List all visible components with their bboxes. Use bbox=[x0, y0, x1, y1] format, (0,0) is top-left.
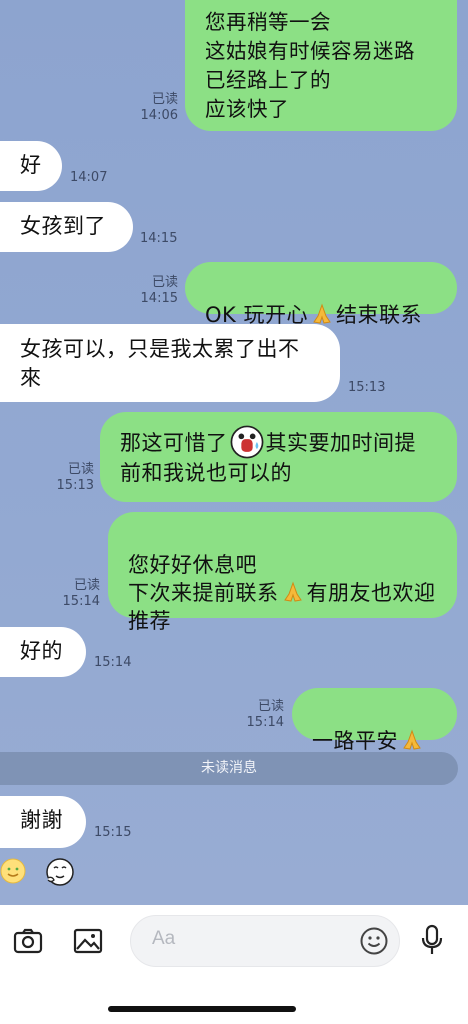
message-time: 15:15 bbox=[94, 825, 132, 840]
praying-hands-icon bbox=[313, 303, 331, 324]
message-bubble-incoming[interactable]: 女孩可以，只是我太累了出不來 bbox=[0, 324, 340, 402]
message-meta: 已读 15:14 bbox=[226, 699, 284, 731]
message-time: 14:07 bbox=[70, 170, 108, 185]
read-receipt: 已读 bbox=[67, 462, 94, 477]
read-receipt: 已读 bbox=[257, 699, 284, 714]
message-time: 15:14 bbox=[62, 594, 100, 609]
unread-divider: 未读消息 bbox=[0, 752, 458, 785]
message-bubble-incoming[interactable]: 好的 bbox=[0, 627, 86, 677]
home-indicator[interactable] bbox=[108, 1006, 296, 1012]
message-text: 一路平安 bbox=[312, 729, 398, 753]
read-receipt: 已读 bbox=[73, 578, 100, 593]
message-bubble-incoming[interactable]: 好 bbox=[0, 141, 62, 191]
message-bubble-outgoing[interactable]: 那这可惜了 其实要加时间提前和我说也可以的 bbox=[100, 412, 457, 502]
message-time: 15:14 bbox=[94, 655, 132, 670]
read-receipt: 已读 bbox=[151, 275, 178, 290]
camera-icon[interactable] bbox=[12, 925, 44, 957]
message-text: 那这可惜了 bbox=[120, 431, 228, 455]
message-meta: 已读 15:14 bbox=[40, 578, 100, 610]
message-text: 您好好休息吧 下次来提前联系 bbox=[128, 553, 279, 605]
message-time: 14:06 bbox=[140, 108, 178, 123]
read-receipt: 已读 bbox=[151, 92, 178, 107]
message-bubble-incoming[interactable]: 謝謝 bbox=[0, 796, 86, 848]
microphone-icon[interactable] bbox=[418, 923, 446, 957]
thinking-face-sticker-icon[interactable] bbox=[44, 856, 76, 888]
smiley-icon[interactable] bbox=[359, 926, 389, 956]
message-bubble-outgoing[interactable]: 您好好休息吧 下次来提前联系 有朋友也欢迎推荐 bbox=[108, 512, 457, 633]
chat-area[interactable]: 您再稍等一会 这姑娘有时候容易迷路 已经路上了的 应该快了 已读 14:06 好… bbox=[0, 0, 468, 905]
message-text: 结束联系 bbox=[335, 303, 422, 327]
message-input-placeholder: Aa bbox=[152, 928, 176, 949]
praying-hands-icon bbox=[403, 729, 421, 750]
message-time: 15:13 bbox=[348, 380, 386, 395]
message-bubble-outgoing[interactable]: 您再稍等一会 这姑娘有时候容易迷路 已经路上了的 应该快了 bbox=[185, 0, 457, 131]
message-time: 15:13 bbox=[56, 478, 94, 493]
message-bubble-outgoing[interactable]: 一路平安 bbox=[292, 688, 457, 753]
scared-face-icon bbox=[230, 425, 263, 459]
message-meta: 已读 15:13 bbox=[34, 462, 94, 494]
message-time: 14:15 bbox=[140, 231, 178, 246]
praying-hands-icon bbox=[283, 581, 302, 602]
smiley-sticker-icon[interactable] bbox=[0, 858, 26, 884]
message-bubble-incoming[interactable]: 女孩到了 bbox=[0, 202, 133, 252]
image-icon[interactable] bbox=[72, 925, 104, 957]
message-bubble-outgoing[interactable]: OK 玩开心 结束联系 bbox=[185, 262, 457, 327]
message-meta: 已读 14:15 bbox=[120, 275, 178, 307]
message-meta: 已读 14:06 bbox=[120, 92, 178, 124]
message-time: 15:14 bbox=[246, 715, 284, 730]
message-time: 14:15 bbox=[140, 291, 178, 306]
